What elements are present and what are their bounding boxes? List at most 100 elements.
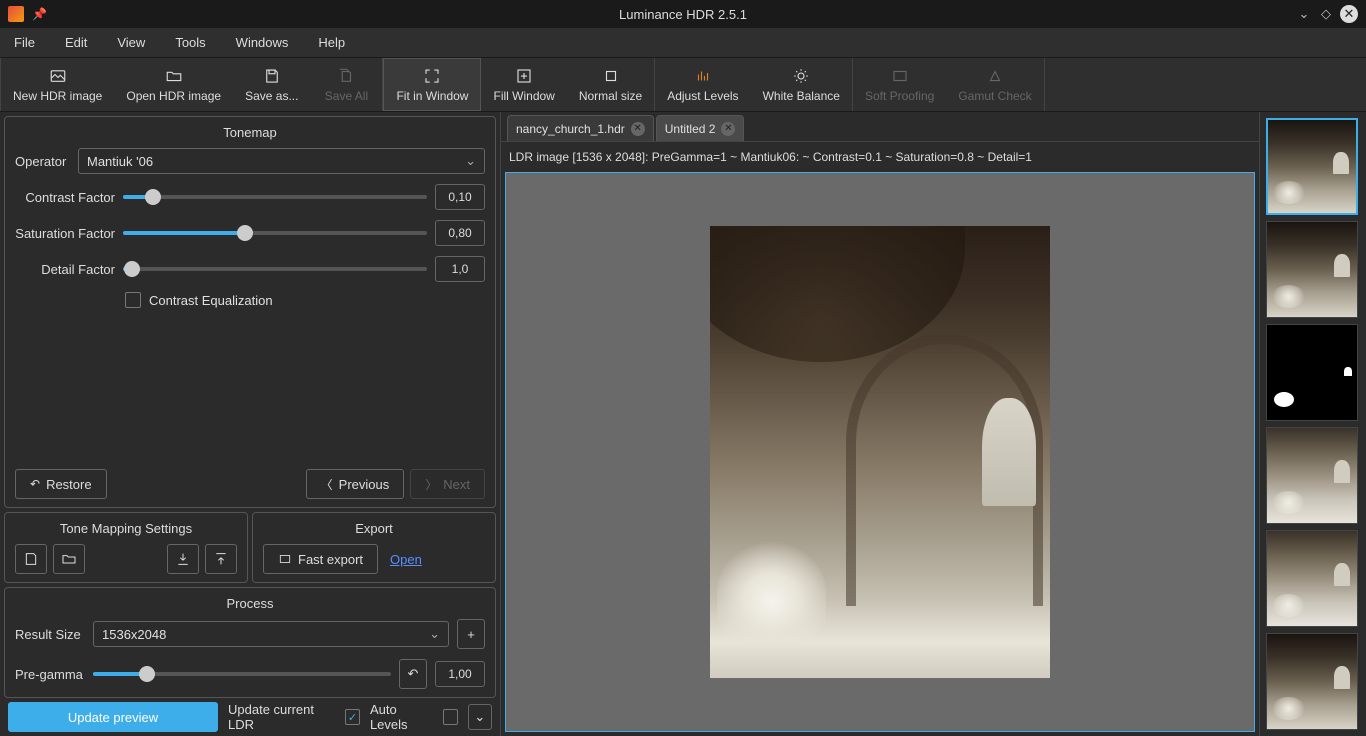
menu-view[interactable]: View	[111, 31, 151, 54]
fill-window-button[interactable]: Fill Window	[481, 58, 566, 111]
preview-image	[710, 226, 1050, 678]
update-preview-button[interactable]: Update preview	[8, 702, 218, 732]
contrast-eq-checkbox[interactable]	[125, 292, 141, 308]
open-hdr-button[interactable]: Open HDR image	[114, 58, 233, 111]
pregamma-slider[interactable]	[93, 672, 391, 676]
pregamma-reset-button[interactable]: ↶	[399, 659, 427, 689]
result-size-plus-button[interactable]: +	[457, 619, 485, 649]
operator-select[interactable]: Mantiuk '06	[78, 148, 485, 174]
fill-icon	[515, 67, 533, 85]
auto-levels-checkbox[interactable]	[443, 709, 458, 725]
bottom-actions: Update preview Update current LDR Auto L…	[4, 702, 496, 732]
gamut-check-button: Gamut Check	[946, 58, 1043, 111]
tms-title: Tone Mapping Settings	[15, 521, 237, 536]
contrast-value[interactable]: 0,10	[435, 184, 485, 210]
image-info: LDR image [1536 x 2048]: PreGamma=1 ~ Ma…	[501, 142, 1259, 168]
tab-untitled-2[interactable]: Untitled 2✕	[656, 115, 745, 141]
minimize-icon[interactable]: ⌄	[1296, 6, 1312, 22]
fast-export-button[interactable]: Fast export	[263, 544, 378, 574]
pregamma-value[interactable]: 1,00	[435, 661, 485, 687]
tab-nancy-church[interactable]: nancy_church_1.hdr✕	[507, 115, 654, 141]
save-all-button: Save All	[310, 58, 382, 111]
close-icon[interactable]: ✕	[1340, 5, 1358, 23]
tonemap-title: Tonemap	[15, 125, 485, 140]
thumbnail-2[interactable]	[1266, 221, 1358, 318]
saturation-label: Saturation Factor	[15, 226, 115, 241]
new-hdr-button[interactable]: New HDR image	[1, 58, 114, 111]
center-area: nancy_church_1.hdr✕ Untitled 2✕ LDR imag…	[500, 112, 1260, 736]
fit-window-button[interactable]: Fit in Window	[383, 58, 481, 111]
contrast-eq-label: Contrast Equalization	[149, 293, 273, 308]
pin-icon[interactable]: 📌	[32, 7, 47, 21]
tms-save-button[interactable]	[15, 544, 47, 574]
maximize-icon[interactable]: ◇	[1318, 6, 1334, 22]
window-title: Luminance HDR 2.5.1	[619, 7, 747, 22]
tab-close-icon[interactable]: ✕	[721, 122, 735, 136]
thumbnail-1[interactable]	[1266, 118, 1358, 215]
detail-value[interactable]: 1,0	[435, 256, 485, 282]
export-open-link[interactable]: Open	[390, 552, 422, 567]
menu-file[interactable]: File	[8, 31, 41, 54]
adjust-levels-button[interactable]: Adjust Levels	[655, 58, 750, 111]
levels-icon	[694, 67, 712, 85]
next-button: 〉Next	[410, 469, 485, 499]
undo-icon: ↶	[30, 477, 40, 491]
result-size-select[interactable]: 1536x2048	[93, 621, 449, 647]
thumbnail-6[interactable]	[1266, 633, 1358, 730]
contrast-label: Contrast Factor	[15, 190, 115, 205]
export-panel: Export Fast export Open	[252, 512, 496, 583]
document-tabs: nancy_church_1.hdr✕ Untitled 2✕	[501, 112, 1259, 142]
left-panel: Tonemap Operator Mantiuk '06 Contrast Fa…	[0, 112, 500, 736]
white-balance-button[interactable]: White Balance	[751, 58, 852, 111]
tms-open-button[interactable]	[53, 544, 85, 574]
normal-size-button[interactable]: Normal size	[567, 58, 654, 111]
tms-import-button[interactable]	[167, 544, 199, 574]
process-panel: Process Result Size 1536x2048 + Pre-gamm…	[4, 587, 496, 698]
thumbnails-panel[interactable]	[1260, 112, 1366, 736]
update-current-checkbox[interactable]	[345, 709, 360, 725]
toolbar: New HDR image Open HDR image Save as... …	[0, 58, 1366, 112]
proof-icon	[891, 67, 909, 85]
gamut-icon	[986, 67, 1004, 85]
result-size-label: Result Size	[15, 627, 85, 642]
menu-windows[interactable]: Windows	[230, 31, 295, 54]
thumbnail-5[interactable]	[1266, 530, 1358, 627]
process-title: Process	[15, 596, 485, 611]
menubar: File Edit View Tools Windows Help	[0, 28, 1366, 58]
normal-size-icon	[602, 67, 620, 85]
tms-panel: Tone Mapping Settings	[4, 512, 248, 583]
saturation-value[interactable]: 0,80	[435, 220, 485, 246]
update-current-label: Update current LDR	[228, 702, 335, 732]
save-icon	[263, 67, 281, 85]
auto-levels-label: Auto Levels	[370, 702, 433, 732]
save-all-icon	[337, 67, 355, 85]
menu-tools[interactable]: Tools	[169, 31, 211, 54]
tab-close-icon[interactable]: ✕	[631, 122, 645, 136]
auto-levels-menu-button[interactable]: ⌄	[468, 704, 492, 730]
sun-icon	[792, 67, 810, 85]
restore-button[interactable]: ↶Restore	[15, 469, 107, 499]
menu-help[interactable]: Help	[312, 31, 351, 54]
previous-button[interactable]: 〈Previous	[306, 469, 405, 499]
contrast-slider[interactable]	[123, 195, 427, 199]
thumbnail-4[interactable]	[1266, 427, 1358, 524]
image-viewport[interactable]	[505, 172, 1255, 732]
save-as-button[interactable]: Save as...	[233, 58, 310, 111]
fit-icon	[423, 67, 441, 85]
tms-export-button[interactable]	[205, 544, 237, 574]
soft-proofing-button: Soft Proofing	[853, 58, 946, 111]
saturation-slider[interactable]	[123, 231, 427, 235]
folder-icon	[165, 67, 183, 85]
pregamma-label: Pre-gamma	[15, 667, 85, 682]
thumbnail-3[interactable]	[1266, 324, 1358, 421]
export-title: Export	[263, 521, 485, 536]
detail-label: Detail Factor	[15, 262, 115, 277]
tonemap-panel: Tonemap Operator Mantiuk '06 Contrast Fa…	[4, 116, 496, 508]
menu-edit[interactable]: Edit	[59, 31, 93, 54]
detail-slider[interactable]	[123, 267, 427, 271]
chevron-right-icon: 〉	[425, 476, 437, 493]
chevron-left-icon: 〈	[321, 476, 333, 493]
titlebar: 📌 Luminance HDR 2.5.1 ⌄ ◇ ✕	[0, 0, 1366, 28]
image-plus-icon	[49, 67, 67, 85]
operator-label: Operator	[15, 154, 70, 169]
